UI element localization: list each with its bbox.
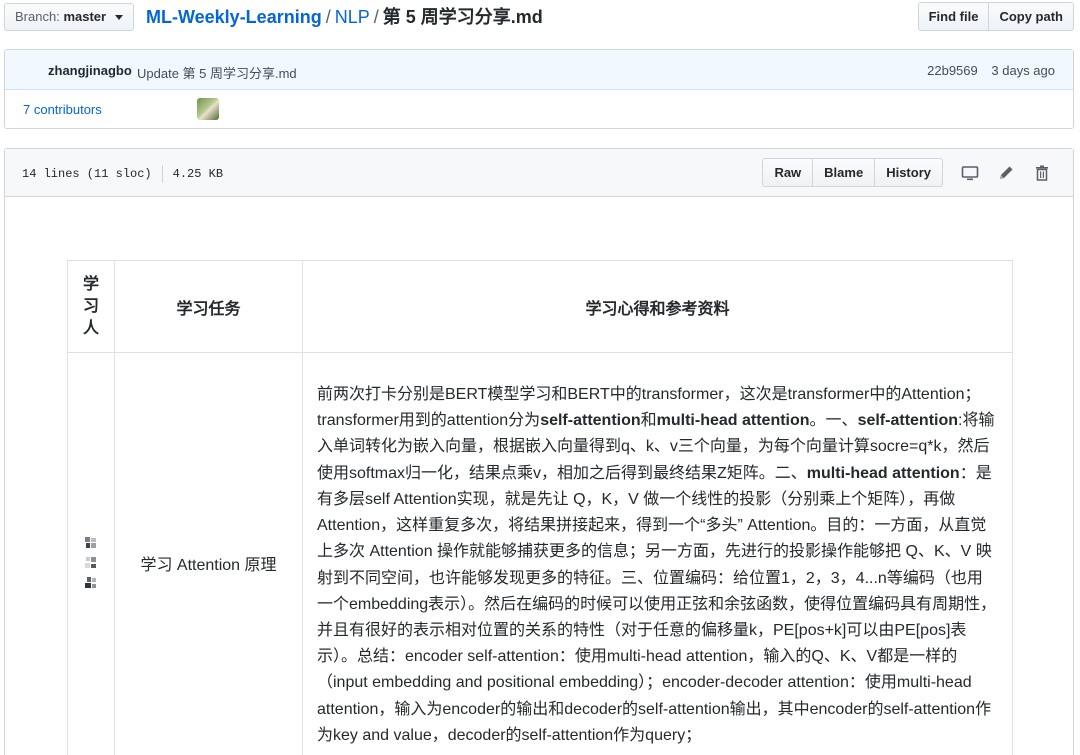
- latest-commit-bar: zhangjinagbo Update 第 5 周学习分享.md 22b9569…: [5, 50, 1073, 90]
- branch-name: master: [63, 9, 107, 24]
- notes-bold-term: self-attention: [857, 412, 959, 430]
- breadcrumb-dir-link[interactable]: NLP: [335, 7, 370, 27]
- raw-button[interactable]: Raw: [762, 158, 814, 187]
- commit-meta: 22b9569 3 days ago: [927, 63, 1055, 78]
- notes-text: 。一、: [809, 412, 858, 430]
- file-navigation: Branch: master ML-Weekly-Learning / NLP / 第 …: [0, 0, 1080, 34]
- file-view: 14 lines (11 sloc) 4.25 KB Raw Blame Hist…: [4, 148, 1074, 755]
- desktop-icon[interactable]: [961, 164, 979, 182]
- breadcrumb: ML-Weekly-Learning / NLP / 第 5 周学习分享.md: [146, 5, 543, 29]
- task-cell: 学习 Attention 原理: [114, 352, 303, 755]
- pixelated-name-image: [85, 556, 96, 568]
- file-info: 14 lines (11 sloc) 4.25 KB: [22, 165, 223, 183]
- header-learner-char: 学: [82, 275, 99, 293]
- notes-bold-term: multi-head attention: [656, 412, 810, 430]
- file-header: 14 lines (11 sloc) 4.25 KB Raw Blame Hist…: [5, 149, 1073, 197]
- learner-name-image: [68, 536, 114, 590]
- branch-prefix: Branch:: [15, 9, 60, 24]
- notes-bold-term: self-attention: [540, 412, 641, 430]
- notes-text: 和: [640, 412, 657, 430]
- commit-author-link[interactable]: zhangjinagbo: [48, 63, 132, 78]
- copy-path-button[interactable]: Copy path: [989, 2, 1074, 31]
- trash-icon[interactable]: [1033, 164, 1051, 182]
- notes-bold-term: multi-head attention: [806, 464, 960, 482]
- file-size: 4.25 KB: [172, 167, 224, 182]
- header-notes: 学习心得和参考资料: [302, 260, 1013, 353]
- breadcrumb-repo-link[interactable]: ML-Weekly-Learning: [146, 7, 322, 27]
- contributor-avatar[interactable]: [197, 98, 219, 120]
- markdown-table: 学 习 人 学习任务 学习心得和参考资料 学习 Attention 原理 前两次…: [67, 260, 1013, 755]
- pencil-icon[interactable]: [997, 164, 1015, 182]
- notes-text: ：是有多层self Attention实现，就是先让 Q，K，V 做一个线性的投…: [317, 464, 997, 744]
- header-task: 学习任务: [114, 260, 303, 353]
- header-learner: 学 习 人: [67, 260, 115, 353]
- pixelated-name-image: [85, 576, 96, 588]
- commit-message-link[interactable]: Update 第 5 周学习分享.md: [137, 63, 297, 82]
- commit-tease: zhangjinagbo Update 第 5 周学习分享.md 22b9569…: [4, 49, 1074, 129]
- file-nav-actions: Find file Copy path: [917, 2, 1074, 31]
- blame-button[interactable]: Blame: [813, 158, 876, 187]
- branch-select-button[interactable]: Branch: master: [4, 3, 134, 31]
- breadcrumb-separator: /: [373, 7, 379, 27]
- pixelated-name-image: [85, 536, 96, 548]
- header-learner-char: 习: [82, 297, 99, 315]
- breadcrumb-file-name: 第 5 周学习分享.md: [382, 7, 543, 27]
- history-button[interactable]: History: [875, 158, 943, 187]
- contributors-link[interactable]: 7 contributors: [23, 102, 102, 117]
- commit-sha-link[interactable]: 22b9569: [927, 63, 978, 78]
- contributors-row: 7 contributors: [5, 90, 1073, 128]
- learner-cell: [67, 352, 115, 755]
- notes-cell: 前两次打卡分别是BERT模型学习和BERT中的transformer，这次是tr…: [302, 352, 1013, 755]
- breadcrumb-separator: /: [325, 7, 331, 27]
- find-file-button[interactable]: Find file: [917, 2, 990, 31]
- file-lines: 14 lines (11 sloc): [22, 167, 152, 182]
- table-header-row: 学 习 人 学习任务 学习心得和参考资料: [67, 260, 1013, 353]
- caret-down-icon: [114, 15, 123, 21]
- file-actions: Raw Blame History: [762, 158, 1051, 187]
- file-info-divider: [161, 165, 163, 183]
- table-row: 学习 Attention 原理 前两次打卡分别是BERT模型学习和BERT中的t…: [67, 352, 1013, 755]
- commit-time: 3 days ago: [991, 63, 1055, 78]
- header-learner-char: 人: [82, 319, 99, 337]
